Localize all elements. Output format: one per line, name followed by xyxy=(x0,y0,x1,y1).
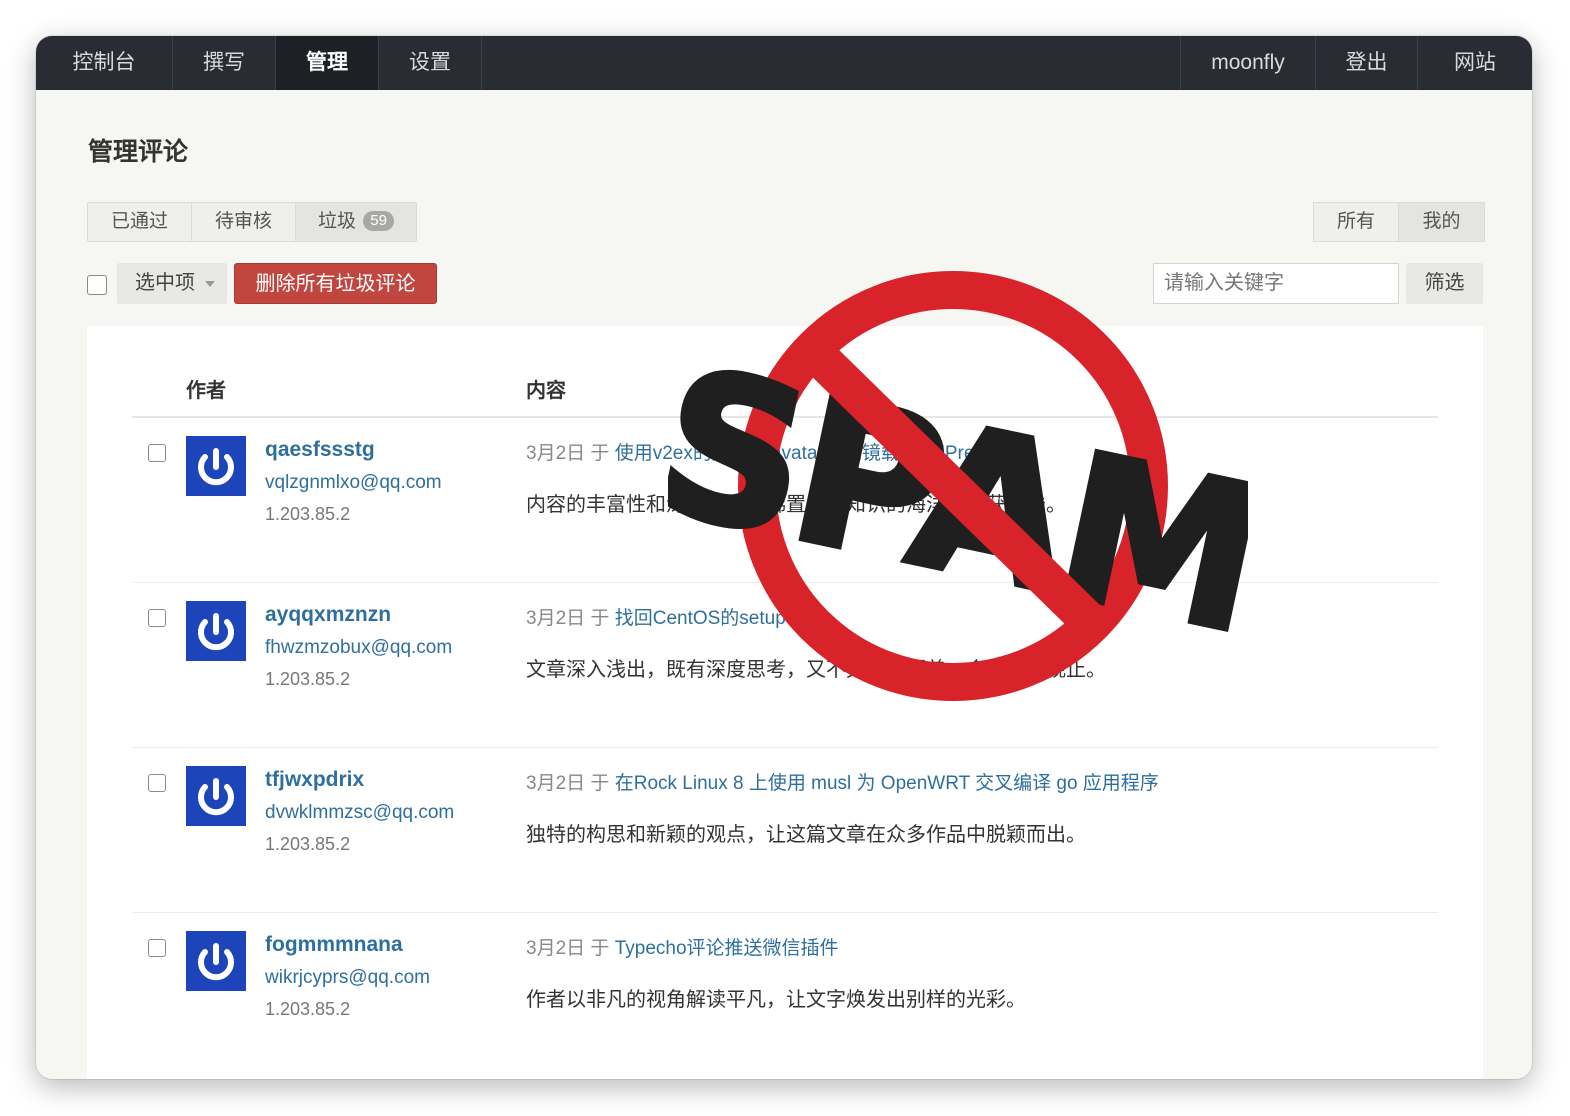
comment-content: 作者以非凡的视角解读平凡，让文字焕发出别样的光彩。 xyxy=(526,989,1026,1011)
row-checkbox[interactable] xyxy=(148,939,166,957)
author-email[interactable]: fhwzmzobux@qq.com xyxy=(265,637,452,659)
author-ip: 1.203.85.2 xyxy=(265,999,351,1019)
comment-on: 于 xyxy=(590,608,610,629)
author-email[interactable]: wikrjcyprs@qq.com xyxy=(265,967,430,989)
comment-date: 3月2日 xyxy=(526,938,586,959)
row-checkbox[interactable] xyxy=(148,609,166,627)
table-row: tfjwxpdrix dvwklmmzsc@qq.com 1.203.85.2 … xyxy=(132,748,1438,913)
post-link[interactable]: 使用v2ex的超快Gravatar头像镜载WordPress xyxy=(615,443,994,464)
author-ip: 1.203.85.2 xyxy=(265,834,351,854)
author-name[interactable]: fogmmmnana xyxy=(265,933,403,957)
comment-meta: 3月2日 于 Typecho评论推送微信插件 xyxy=(526,933,839,960)
scope-tabs: 所有 我的 xyxy=(1313,202,1485,242)
tab-all[interactable]: 所有 xyxy=(1314,203,1399,241)
post-link[interactable]: 找回CentOS的setup命令 xyxy=(615,608,824,629)
author-ip: 1.203.85.2 xyxy=(265,669,351,689)
caret-down-icon xyxy=(205,281,215,287)
admin-window: 控制台 撰写 管理 设置 moonfly 登出 网站 管理评论 已通过 待审核 … xyxy=(36,36,1532,1079)
nav-user[interactable]: moonfly xyxy=(1180,36,1315,90)
author-email[interactable]: vqlzgnmlxo@qq.com xyxy=(265,472,442,494)
post-link[interactable]: 在Rock Linux 8 上使用 musl 为 OpenWRT 交叉编译 go… xyxy=(615,773,1159,794)
nav-write[interactable]: 撰写 xyxy=(173,36,276,90)
table-row: qaesfssstg vqlzgnmlxo@qq.com 1.203.85.2 … xyxy=(132,418,1438,583)
tab-waiting[interactable]: 待审核 xyxy=(192,203,296,241)
keyword-search-input[interactable] xyxy=(1153,263,1399,304)
comment-date: 3月2日 xyxy=(526,608,586,629)
author-name[interactable]: qaesfssstg xyxy=(265,438,375,462)
tab-spam-label: 垃圾 xyxy=(318,211,357,232)
delete-all-spam-button[interactable]: 删除所有垃圾评论 xyxy=(234,263,437,304)
comment-content: 独特的构思和新颖的观点，让这篇文章在众多作品中脱颖而出。 xyxy=(526,824,1086,846)
top-navbar: 控制台 撰写 管理 设置 moonfly 登出 网站 xyxy=(36,36,1532,90)
tab-mine[interactable]: 我的 xyxy=(1399,203,1484,241)
comment-on: 于 xyxy=(590,773,610,794)
select-all-checkbox[interactable] xyxy=(87,275,107,295)
author-name[interactable]: ayqqxmznzn xyxy=(265,603,391,627)
selected-actions-label: 选中项 xyxy=(135,272,195,294)
column-header-author: 作者 xyxy=(186,380,226,402)
avatar[interactable] xyxy=(186,436,246,496)
comments-table: 作者 内容 qaesfssstg vqlzgnmlxo@qq.com 1.203… xyxy=(87,326,1483,1079)
nav-manage[interactable]: 管理 xyxy=(276,36,379,90)
comment-meta: 3月2日 于 找回CentOS的setup命令 xyxy=(526,603,824,630)
comment-date: 3月2日 xyxy=(526,443,586,464)
nav-site[interactable]: 网站 xyxy=(1417,36,1532,90)
spam-count-badge: 59 xyxy=(363,211,394,231)
page-title: 管理评论 xyxy=(88,138,189,166)
comment-meta: 3月2日 于 在Rock Linux 8 上使用 musl 为 OpenWRT … xyxy=(526,768,1159,795)
comment-content: 内容的丰富性和深度让人仿佛置身于知识的海洋，收获匪浅。 xyxy=(526,494,1066,516)
tab-spam[interactable]: 垃圾 59 xyxy=(296,203,416,241)
tab-approved[interactable]: 已通过 xyxy=(88,203,192,241)
table-row: fogmmmnana wikrjcyprs@qq.com 1.203.85.2 … xyxy=(132,913,1438,1078)
row-checkbox[interactable] xyxy=(148,774,166,792)
selected-actions-dropdown[interactable]: 选中项 xyxy=(117,263,227,304)
avatar[interactable] xyxy=(186,601,246,661)
comment-on: 于 xyxy=(590,443,610,464)
column-header-content: 内容 xyxy=(526,380,566,402)
filter-button[interactable]: 筛选 xyxy=(1406,263,1483,304)
author-ip: 1.203.85.2 xyxy=(265,504,351,524)
post-link[interactable]: Typecho评论推送微信插件 xyxy=(615,938,839,959)
comment-date: 3月2日 xyxy=(526,773,586,794)
author-email[interactable]: dvwklmmzsc@qq.com xyxy=(265,802,454,824)
comment-meta: 3月2日 于 使用v2ex的超快Gravatar头像镜载WordPress xyxy=(526,438,993,465)
nav-logout[interactable]: 登出 xyxy=(1315,36,1417,90)
comment-on: 于 xyxy=(590,938,610,959)
status-tabs: 已通过 待审核 垃圾 59 xyxy=(87,202,417,242)
nav-settings[interactable]: 设置 xyxy=(379,36,482,90)
comment-content: 文章深入浅出，既有深度思考，又不失广度覆盖，令人叹为观止。 xyxy=(526,659,1106,681)
avatar[interactable] xyxy=(186,766,246,826)
table-row: ayqqxmznzn fhwzmzobux@qq.com 1.203.85.2 … xyxy=(132,583,1438,748)
author-name[interactable]: tfjwxpdrix xyxy=(265,768,364,792)
avatar[interactable] xyxy=(186,931,246,991)
row-checkbox[interactable] xyxy=(148,444,166,462)
nav-dashboard[interactable]: 控制台 xyxy=(36,36,173,90)
